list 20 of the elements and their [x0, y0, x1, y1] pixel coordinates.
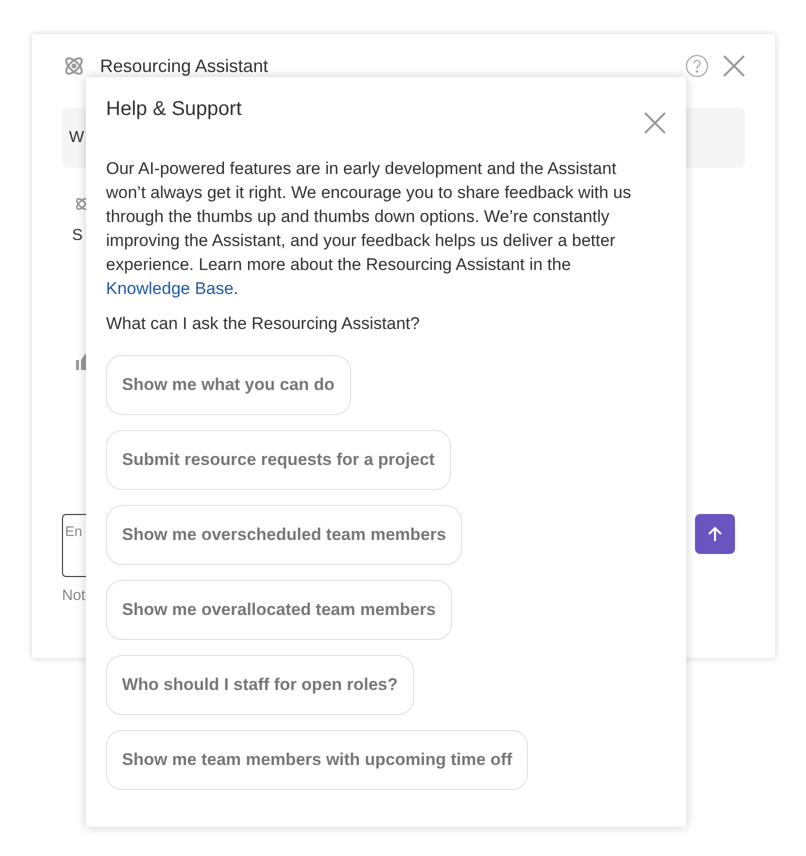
- suggestion-button[interactable]: Who should I staff for open roles?: [106, 654, 414, 714]
- send-button[interactable]: [695, 514, 735, 554]
- arrow-up-icon: [707, 526, 723, 542]
- close-icon[interactable]: [723, 55, 745, 77]
- suggestion-button[interactable]: Show me overscheduled team members: [106, 504, 462, 564]
- question-text: What can I ask the Resourcing Assistant?: [106, 313, 421, 335]
- message-text: W: [69, 128, 84, 148]
- knowledge-base-link[interactable]: Knowledge Base: [106, 279, 234, 298]
- suggestion-button[interactable]: Submit resource requests for a project: [106, 430, 451, 490]
- suggestion-button[interactable]: Show me overallocated team members: [106, 580, 452, 640]
- reply-text: S: [72, 227, 83, 244]
- close-icon: [644, 112, 666, 134]
- footnote-text: Not: [62, 587, 86, 604]
- suggestion-button[interactable]: Show me team members with upcoming time off: [106, 730, 528, 790]
- panel-title: Resourcing Assistant: [100, 54, 268, 78]
- suggestion-button[interactable]: Show me what you can do: [106, 354, 351, 414]
- dialog-title: Help & Support: [106, 97, 243, 121]
- help-icon[interactable]: [685, 54, 709, 78]
- dialog-description: Our AI-powered features are in early development and the Assistant won’t always get it right. We encourage you to share feedback with us through the thumbs up and thumbs down options. We’re constantly improving the Assistant, and your feedback helps us deliver a better experience. Learn more about the Resourcing Assistant in the Knowledge Base.: [106, 158, 632, 300]
- close-button[interactable]: [644, 111, 666, 135]
